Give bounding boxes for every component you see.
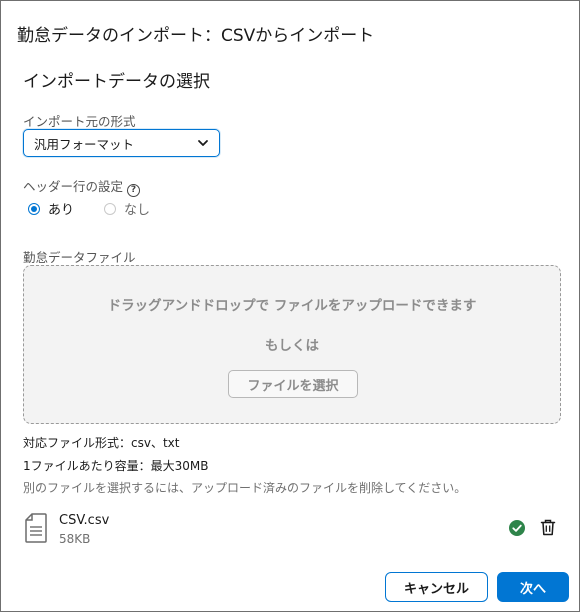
format-select[interactable]: 汎用フォーマット	[23, 129, 220, 157]
format-select-value: 汎用フォーマット	[34, 136, 135, 152]
format-label: インポート元の形式	[23, 114, 136, 129]
info-formats: 対応ファイル形式：csv、txt	[23, 436, 180, 450]
radio-header-no[interactable]: なし	[104, 199, 150, 218]
section-title: インポートデータの選択	[23, 72, 210, 92]
dialog-title: 勤怠データのインポート：CSVからインポート	[17, 26, 375, 46]
radio-label-yes: あり	[48, 203, 75, 218]
header-radio-group: あり なし	[28, 199, 150, 218]
help-icon[interactable]: ?	[127, 183, 141, 197]
info-capacity: 1ファイルあたり容量：最大30MB	[23, 459, 209, 473]
uploaded-file-row: CSV.csv 58KB	[23, 511, 561, 547]
file-dropzone[interactable]: ドラッグアンドドロップで ファイルをアップロードできます もしくは ファイルを選…	[23, 265, 561, 424]
info-note: 別のファイルを選択するには、アップロード済みのファイルを削除してください。	[23, 481, 467, 495]
radio-dot	[104, 202, 117, 215]
import-dialog: 勤怠データのインポート：CSVからインポート インポートデータの選択 インポート…	[0, 0, 580, 612]
cancel-button[interactable]: キャンセル	[385, 572, 488, 602]
trash-icon[interactable]	[540, 519, 556, 536]
next-button[interactable]: 次へ	[497, 572, 569, 602]
header-setting-label: ヘッダー行の設定?	[23, 176, 141, 197]
dropzone-text: ドラッグアンドドロップで ファイルをアップロードできます	[107, 298, 477, 314]
check-circle-icon	[509, 520, 525, 536]
radio-header-yes[interactable]: あり	[28, 199, 74, 218]
radio-label-no: なし	[124, 203, 151, 218]
select-file-button[interactable]: ファイルを選択	[228, 370, 358, 398]
file-upload-label: 勤怠データファイル	[23, 250, 136, 265]
file-size: 58KB	[59, 532, 91, 546]
radio-dot-selected	[28, 202, 40, 215]
file-icon	[25, 513, 47, 543]
header-setting-label-text: ヘッダー行の設定	[23, 179, 124, 194]
file-name: CSV.csv	[59, 513, 110, 528]
dropzone-or-text: もしくは	[265, 338, 319, 354]
chevron-down-icon	[198, 140, 208, 146]
